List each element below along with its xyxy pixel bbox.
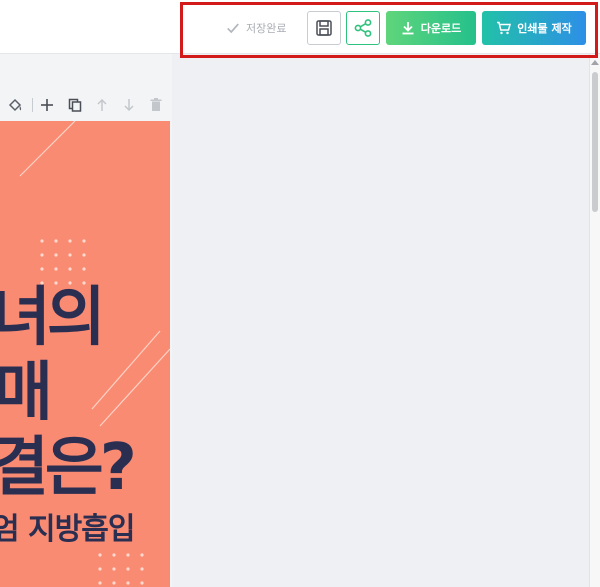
design-canvas[interactable]: 녀의 매 결은? 엄 지방흡입 — [0, 121, 170, 587]
design-headline-line-2: 매 — [0, 356, 53, 430]
download-icon — [402, 22, 414, 35]
top-toolbar: 저장완료 다운로드 인쇄물 제작 — [0, 0, 600, 54]
check-icon — [227, 23, 239, 34]
arrow-up-icon[interactable] — [93, 96, 111, 114]
design-headline-line-3: 결은? — [0, 431, 137, 505]
share-button[interactable] — [346, 11, 380, 45]
save-status: 저장완료 — [226, 19, 286, 37]
toolbar-divider — [32, 98, 33, 112]
save-status-label: 저장완료 — [246, 22, 287, 35]
print-order-button[interactable]: 인쇄물 제작 — [482, 11, 586, 45]
editor-background — [172, 54, 589, 587]
print-order-label: 인쇄물 제작 — [517, 22, 572, 35]
arrow-down-icon[interactable] — [120, 96, 138, 114]
scrollbar-thumb[interactable] — [592, 72, 598, 212]
share-icon — [354, 19, 372, 37]
plus-icon[interactable] — [38, 96, 56, 114]
cart-icon — [497, 21, 512, 35]
canvas-toolbar — [0, 94, 172, 118]
design-headline-line-1: 녀의 — [0, 281, 106, 355]
trash-icon[interactable] — [147, 96, 165, 114]
paint-bucket-icon[interactable] — [6, 96, 24, 114]
download-button[interactable]: 다운로드 — [386, 11, 476, 45]
scroll-up-arrow[interactable] — [591, 60, 599, 65]
floppy-disk-icon — [316, 20, 332, 36]
download-label: 다운로드 — [420, 22, 462, 35]
save-button[interactable] — [307, 11, 341, 45]
copy-icon[interactable] — [66, 96, 84, 114]
design-subheadline: 엄 지방흡입 — [0, 512, 135, 547]
vertical-scrollbar[interactable] — [589, 54, 600, 587]
